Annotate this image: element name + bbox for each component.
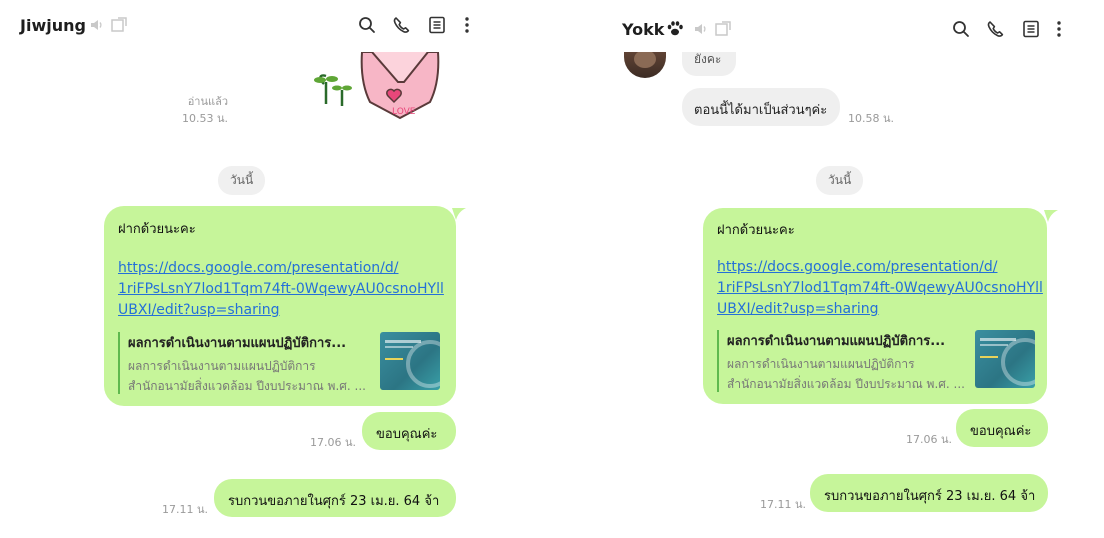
- message-bubble-link[interactable]: ฝากด้วยนะคะ https://docs.google.com/pres…: [104, 206, 456, 406]
- link-line-1[interactable]: https://docs.google.com/presentation/d/: [717, 257, 1045, 278]
- preview-description-2: สำนักอนามัยสิ่งแวดล้อม ปีงบประมาณ พ.ศ. .…: [128, 379, 366, 393]
- link-line-3[interactable]: UBXI/edit?usp=sharing: [717, 299, 1045, 320]
- preview-title: ผลการดำเนินงานตามแผนปฏิบัติการ...: [128, 336, 347, 351]
- message-bubble[interactable]: ขอบคุณค่ะ: [956, 409, 1048, 447]
- link-line-1[interactable]: https://docs.google.com/presentation/d/: [118, 258, 454, 279]
- message-text: ขอบคุณค่ะ: [376, 427, 438, 442]
- message-time: 17.11 น.: [760, 498, 807, 511]
- link-preview[interactable]: ผลการดำเนินงานตามแผนปฏิบัติการ... ผลการด…: [118, 332, 380, 394]
- message-bubble-partial[interactable]: ยังคะ: [682, 48, 736, 76]
- message-link[interactable]: https://docs.google.com/presentation/d/ …: [118, 258, 454, 321]
- svg-text:LOVE: LOVE: [392, 107, 416, 117]
- more-icon[interactable]: [456, 14, 478, 36]
- message-text: ฝากด้วยนะคะ: [118, 222, 196, 237]
- preview-description: ผลการดำเนินงานตามแผนปฏิบัติการ: [727, 357, 915, 371]
- more-icon[interactable]: [1048, 18, 1070, 40]
- message-time: 17.11 น.: [162, 503, 209, 516]
- chat-header: Jiwjung: [0, 0, 492, 52]
- message-text: ตอนนี้ได้มาเป็นส่วนๆค่ะ: [694, 103, 828, 118]
- paw-icon: [664, 18, 686, 40]
- message-bubble[interactable]: ขอบคุณค่ะ: [362, 412, 456, 450]
- chat-title: Yokk: [622, 20, 665, 39]
- sticker-image: LOVE: [300, 51, 450, 122]
- search-icon[interactable]: [356, 14, 378, 36]
- date-separator: วันนี้: [218, 166, 266, 195]
- notes-icon[interactable]: [1020, 18, 1042, 40]
- message-link[interactable]: https://docs.google.com/presentation/d/ …: [717, 257, 1045, 320]
- message-text: ขอบคุณค่ะ: [970, 424, 1032, 439]
- message-time: 10.53 น.: [182, 112, 229, 125]
- preview-thumbnail[interactable]: [380, 332, 440, 390]
- read-receipt: อ่านแล้ว: [187, 95, 228, 108]
- message-bubble[interactable]: ตอนนี้ได้มาเป็นส่วนๆค่ะ: [682, 88, 840, 126]
- message-text: ฝากด้วยนะคะ: [717, 223, 795, 238]
- link-line-2[interactable]: 1riFPsLsnY7lod1Tqm74ft-0WqewyAU0csnoHYll: [118, 279, 454, 300]
- preview-description-2: สำนักอนามัยสิ่งแวดล้อม ปีงบประมาณ พ.ศ. .…: [727, 377, 965, 391]
- date-separator: วันนี้: [816, 166, 864, 195]
- message-text: รบกวนขอภายในศุกร์ 23 เม.ย. 64 จ้า: [228, 494, 440, 509]
- chat-title: Jiwjung: [20, 16, 86, 35]
- popout-icon[interactable]: [712, 18, 734, 40]
- message-time: 17.06 น.: [310, 436, 357, 449]
- message-time: 17.06 น.: [906, 433, 953, 446]
- preview-description: ผลการดำเนินงานตามแผนปฏิบัติการ: [128, 359, 316, 373]
- message-bubble[interactable]: รบกวนขอภายในศุกร์ 23 เม.ย. 64 จ้า: [810, 474, 1048, 512]
- link-line-3[interactable]: UBXI/edit?usp=sharing: [118, 300, 454, 321]
- popout-icon[interactable]: [108, 14, 130, 36]
- speaker-icon[interactable]: [86, 14, 108, 36]
- message-bubble-link[interactable]: ฝากด้วยนะคะ https://docs.google.com/pres…: [703, 208, 1047, 404]
- message-bubble[interactable]: รบกวนขอภายในศุกร์ 23 เม.ย. 64 จ้า: [214, 479, 456, 517]
- link-line-2[interactable]: 1riFPsLsnY7lod1Tqm74ft-0WqewyAU0csnoHYll: [717, 278, 1045, 299]
- preview-title: ผลการดำเนินงานตามแผนปฏิบัติการ...: [727, 334, 946, 349]
- preview-thumbnail[interactable]: [975, 330, 1035, 388]
- phone-icon[interactable]: [984, 18, 1006, 40]
- phone-icon[interactable]: [390, 14, 412, 36]
- link-preview[interactable]: ผลการดำเนินงานตามแผนปฏิบัติการ... ผลการด…: [717, 330, 969, 392]
- chat-pane-yokk: Yokk ยังคะ ตอนนี้ได้มาเป็นส่วนๆค่ะ 10.58…: [592, 0, 1104, 538]
- message-time: 10.58 น.: [848, 112, 895, 125]
- chat-pane-jiwjung: Jiwjung LOVE อ่านแล้ว 10.53 น. วันนี้ ฝา…: [0, 0, 492, 538]
- bubble-tail: [1044, 210, 1058, 222]
- bubble-tail: [452, 208, 466, 220]
- speaker-icon[interactable]: [690, 18, 712, 40]
- search-icon[interactable]: [950, 18, 972, 40]
- message-text: ยังคะ: [694, 52, 722, 66]
- notes-icon[interactable]: [426, 14, 448, 36]
- message-text: รบกวนขอภายในศุกร์ 23 เม.ย. 64 จ้า: [824, 489, 1036, 504]
